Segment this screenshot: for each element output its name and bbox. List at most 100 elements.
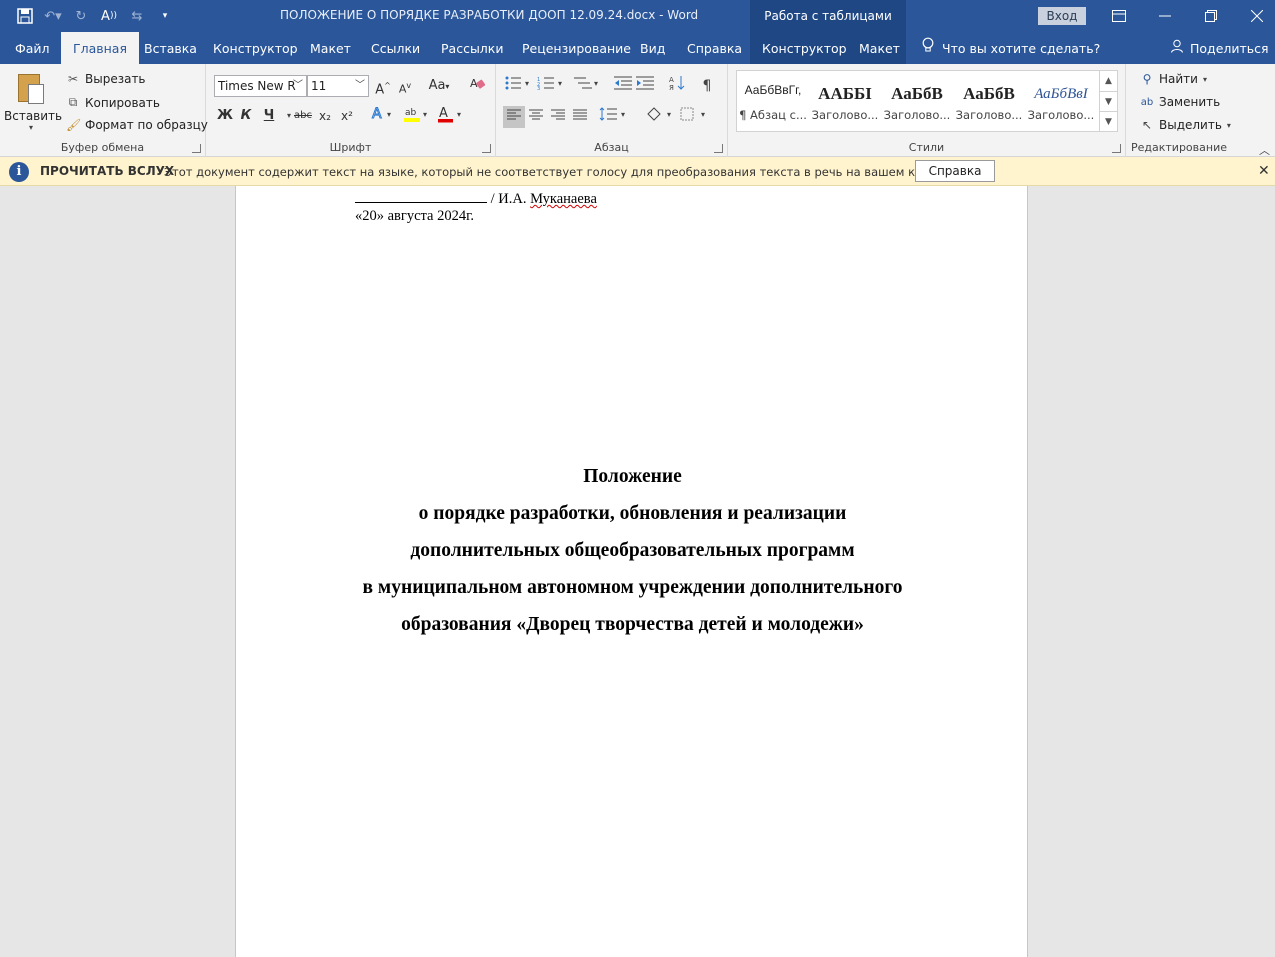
scroll-up-icon[interactable]: ▲ bbox=[1100, 71, 1117, 91]
change-case-button[interactable]: Aa▾ bbox=[424, 75, 454, 97]
cut-button[interactable]: ✂ Вырезать bbox=[66, 72, 146, 86]
close-icon[interactable]: ✕ bbox=[1258, 163, 1270, 179]
grow-font-button[interactable]: A^ bbox=[372, 75, 394, 97]
share-button[interactable]: Поделиться bbox=[1170, 32, 1269, 64]
numbering-icon[interactable]: 1 2 3 ▾ bbox=[536, 75, 566, 97]
align-left-icon[interactable] bbox=[503, 106, 525, 128]
title-bar: ↶▾ ↻ A)) ⇆ ▾ ПОЛОЖЕНИЕ О ПОРЯДКЕ РАЗРАБО… bbox=[0, 0, 1275, 32]
tell-me-search[interactable]: Что вы хотите сделать? bbox=[922, 32, 1100, 64]
signature-blank bbox=[355, 191, 487, 203]
scroll-down-icon[interactable]: ▼ bbox=[1100, 91, 1117, 111]
increase-indent-icon[interactable] bbox=[634, 75, 656, 97]
justify-icon[interactable] bbox=[569, 106, 591, 128]
decrease-indent-icon[interactable] bbox=[612, 75, 634, 97]
borders-icon[interactable]: ▾ bbox=[678, 106, 710, 128]
heading-line-5: образования «Дворец творчества детей и м… bbox=[401, 614, 864, 635]
sign-in-button[interactable]: Вход bbox=[1038, 7, 1086, 25]
tab-design[interactable]: Конструктор bbox=[213, 32, 298, 64]
customize-qat-icon[interactable]: ▾ bbox=[154, 6, 176, 26]
strikethrough-button[interactable]: abc bbox=[292, 105, 314, 127]
shading-icon[interactable]: ▾ bbox=[644, 106, 676, 128]
style-name: ¶ Абзац с... bbox=[739, 108, 807, 122]
tab-view[interactable]: Вид bbox=[640, 32, 665, 64]
redo-icon[interactable]: ↻ bbox=[70, 6, 92, 26]
shrink-font-button[interactable]: Av bbox=[394, 75, 416, 97]
infobar-help-button[interactable]: Справка bbox=[915, 160, 995, 182]
find-button[interactable]: ⚲ Найти ▾ bbox=[1140, 72, 1207, 86]
tab-table-layout[interactable]: Макет bbox=[859, 32, 900, 64]
paste-button[interactable]: Вставить ▾ bbox=[4, 68, 63, 138]
svg-text:Я: Я bbox=[669, 84, 674, 91]
tab-insert[interactable]: Вставка bbox=[144, 32, 197, 64]
read-aloud-icon[interactable]: A)) bbox=[98, 6, 120, 26]
infobar-title: ПРОЧИТАТЬ ВСЛУХ bbox=[40, 164, 175, 178]
text-effects-button[interactable]: A ▾ bbox=[368, 105, 398, 127]
clear-formatting-icon[interactable]: A bbox=[466, 75, 488, 97]
minimize-icon[interactable] bbox=[1142, 0, 1188, 32]
tab-home[interactable]: Главная bbox=[61, 32, 139, 65]
copy-button[interactable]: ⧉ Копировать bbox=[66, 95, 160, 110]
font-size-select[interactable]: 11 ﹀ bbox=[307, 75, 369, 97]
align-center-icon[interactable] bbox=[525, 106, 547, 128]
svg-text:▾: ▾ bbox=[701, 110, 705, 119]
document-page[interactable]: / И.А. Муканаева «20» августа 2024г. Пол… bbox=[235, 186, 1028, 957]
style-normal[interactable]: АаБбВвГг, ¶ Абзац с... bbox=[737, 71, 809, 131]
format-painter-button[interactable]: 🖌 Формат по образцу bbox=[66, 118, 208, 132]
font-name-select[interactable]: Times New R ﹀ bbox=[214, 75, 307, 97]
tab-table-design[interactable]: Конструктор bbox=[762, 32, 847, 64]
collapse-ribbon-icon[interactable]: ︿ bbox=[1259, 142, 1270, 158]
cut-label: Вырезать bbox=[85, 72, 146, 86]
font-color-button[interactable]: A ▾ bbox=[436, 105, 466, 127]
ribbon-display-options-icon[interactable] bbox=[1096, 0, 1142, 32]
align-right-icon[interactable] bbox=[547, 106, 569, 128]
superscript-button[interactable]: x² bbox=[336, 105, 358, 127]
line-spacing-icon[interactable]: ▾ bbox=[598, 106, 630, 128]
clipboard-icon bbox=[16, 72, 46, 106]
svg-text:A: A bbox=[669, 76, 674, 84]
cursor-icon: ↖ bbox=[1141, 118, 1153, 132]
tab-layout[interactable]: Макет bbox=[310, 32, 351, 64]
document-area: / И.А. Муканаева «20» августа 2024г. Пол… bbox=[0, 186, 1275, 957]
tab-references[interactable]: Ссылки bbox=[371, 32, 420, 64]
save-icon[interactable] bbox=[14, 6, 36, 26]
more-styles-icon[interactable]: ▼ bbox=[1100, 111, 1117, 131]
editing-group-label: Редактирование bbox=[1131, 141, 1227, 154]
close-icon[interactable] bbox=[1234, 0, 1275, 32]
tab-file[interactable]: Файл bbox=[15, 32, 50, 64]
multilevel-list-icon[interactable]: ▾ bbox=[570, 75, 602, 97]
paragraph-launcher-icon[interactable] bbox=[714, 144, 723, 153]
select-button[interactable]: ↖ Выделить ▾ bbox=[1140, 118, 1231, 132]
bullets-icon[interactable]: ▾ bbox=[503, 75, 533, 97]
undo-icon[interactable]: ↶▾ bbox=[42, 6, 64, 26]
tab-mailings[interactable]: Рассылки bbox=[441, 32, 503, 64]
style-heading-3[interactable]: АаБбВ Заголово... bbox=[953, 71, 1025, 131]
approval-date: «20» августа 2024г. bbox=[355, 208, 475, 224]
restore-icon[interactable] bbox=[1188, 0, 1234, 32]
italic-button[interactable]: К bbox=[235, 105, 257, 127]
font-launcher-icon[interactable] bbox=[482, 144, 491, 153]
replace-button[interactable]: ab Заменить bbox=[1140, 95, 1220, 109]
style-heading-2[interactable]: АаБбВ Заголово... bbox=[881, 71, 953, 131]
subscript-button[interactable]: x₂ bbox=[314, 105, 336, 127]
paintbrush-icon: 🖌 bbox=[66, 118, 82, 132]
style-name: Заголово... bbox=[1027, 108, 1095, 122]
underline-button[interactable]: Ч bbox=[258, 105, 280, 127]
paste-label: Вставить bbox=[4, 109, 63, 123]
clipboard-group: Вставить ▾ ✂ Вырезать ⧉ Копировать 🖌 Фор… bbox=[0, 64, 208, 157]
tab-help[interactable]: Справка bbox=[687, 32, 742, 64]
scissors-icon: ✂ bbox=[67, 72, 79, 86]
styles-launcher-icon[interactable] bbox=[1112, 144, 1121, 153]
font-size-value: 11 bbox=[311, 79, 327, 93]
tab-review[interactable]: Рецензирование bbox=[522, 32, 631, 64]
highlight-button[interactable]: ab ▾ bbox=[402, 105, 432, 127]
bold-button[interactable]: Ж bbox=[214, 105, 236, 127]
infobar-message: Этот документ содержит текст на языке, к… bbox=[164, 165, 987, 179]
style-heading-1[interactable]: ААББІ Заголово... bbox=[809, 71, 881, 131]
show-formatting-marks-icon[interactable]: ¶ bbox=[696, 75, 718, 97]
clipboard-launcher-icon[interactable] bbox=[192, 144, 201, 153]
style-sample: АаБбВ bbox=[963, 84, 1015, 103]
touch-mode-icon[interactable]: ⇆ bbox=[126, 6, 148, 26]
paragraph-group: ▾ 1 2 3 ▾ ▾ AЯ ¶ ▾ ▾ ▾ Абзац bbox=[496, 64, 728, 157]
sort-icon[interactable]: AЯ bbox=[666, 75, 688, 97]
style-heading-4[interactable]: АаБбВвІ Заголово... bbox=[1025, 71, 1097, 131]
